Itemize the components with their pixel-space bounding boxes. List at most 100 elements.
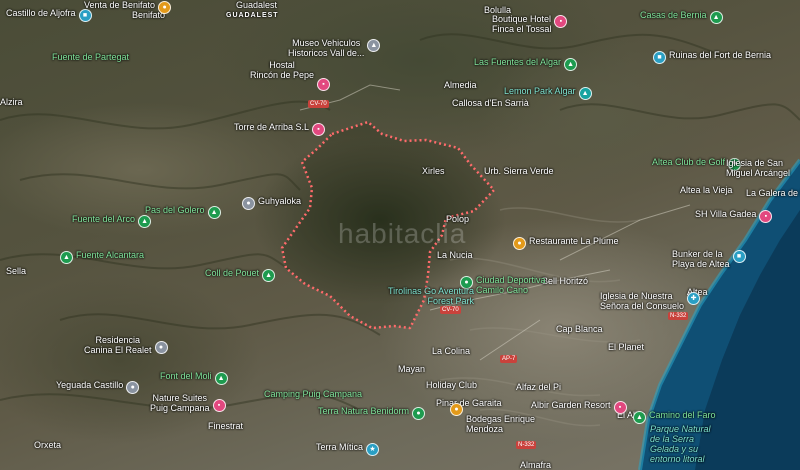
poi-camino-del-faro[interactable]: ▲ Camino del Faro xyxy=(633,410,716,424)
poi-label: Iglesia de Nuestra Señora del Consuelo xyxy=(600,291,685,311)
poi-bunker-playa-de-altea[interactable]: Bunker de la Playa de Altea ■ xyxy=(672,249,746,269)
place-label: Polop xyxy=(446,214,470,224)
poi-boutique-hotel-finca-el-tossal[interactable]: Boutique Hotel Finca el Tossal ▪ xyxy=(492,14,568,34)
park-icon: ▲ xyxy=(262,269,276,282)
park-icon: ▲ xyxy=(709,11,723,24)
landmark-icon: ■ xyxy=(653,51,666,64)
poi-label: Residencia Canina El Realet xyxy=(84,335,152,355)
poi-lemon-park-algar[interactable]: Lemon Park Algar ▲ xyxy=(504,86,592,100)
hotel-icon: ▪ xyxy=(759,210,773,223)
poi-bodegas-enrique-mendoza[interactable]: ● Bodegas Enrique Mendoza xyxy=(450,402,535,434)
place-label: Bell Horitzó xyxy=(542,276,589,286)
poi-terra-mitica[interactable]: Terra Mítica ★ xyxy=(316,442,380,456)
hotel-icon: ▪ xyxy=(312,123,326,136)
poi-terra-natura-benidorm[interactable]: Terra Natura Benidorm ● xyxy=(318,406,426,420)
hotel-icon: ▪ xyxy=(613,401,627,414)
poi-label: Guhyaloka xyxy=(258,196,302,206)
poi-restaurante-la-plume[interactable]: ● Restaurante La Plume xyxy=(513,236,619,250)
poi-label: Fuente del Arco xyxy=(72,214,136,224)
place-label: La Nucia xyxy=(437,250,473,260)
place-label: Finestrat xyxy=(208,421,244,431)
place-label: Mayan xyxy=(398,364,426,374)
church-icon: ✚ xyxy=(687,292,701,305)
place-label: Xirles xyxy=(422,166,445,176)
poi-torre-de-arriba[interactable]: Torre de Arriba S.L ▪ xyxy=(234,122,326,136)
poi-venta-de-benifato[interactable]: Venta de Benifato ● xyxy=(84,0,172,14)
poi-nature-suites-puig-campana[interactable]: Nature Suites Puig Campana ▪ xyxy=(150,393,226,413)
poi-camping-puig-campana[interactable]: Camping Puig Campana xyxy=(264,389,362,399)
place-label: Almafra xyxy=(520,460,552,470)
poi-sh-villa-gadea[interactable]: SH Villa Gadea ▪ xyxy=(695,209,773,223)
poi-label: Venta de Benifato xyxy=(84,0,156,10)
poi-label: Camping Puig Campana xyxy=(264,389,363,399)
poi-albir-garden-resort[interactable]: Albir Garden Resort ▪ xyxy=(531,400,627,414)
poi-label: SH Villa Gadea xyxy=(695,209,757,219)
poi-label: Castillo de Aljofra xyxy=(6,8,76,18)
poi-ruinas-del-fort-de-bernia[interactable]: ■ Ruinas del Fort de Bernia xyxy=(653,50,771,64)
poi-label: Lemon Park Algar xyxy=(504,86,576,96)
poi-castillo-de-aljofra[interactable]: Castillo de Aljofra ■ xyxy=(6,8,92,22)
road-label: AP-7 xyxy=(500,355,518,363)
place-label: La Colina xyxy=(432,346,471,356)
poi-iglesia-san-miguel[interactable]: Iglesia de San Miguel Arcángel xyxy=(726,158,790,178)
poi-label: Terra Mítica xyxy=(316,442,364,452)
poi-label: Boutique Hotel Finca el Tossal xyxy=(492,14,552,34)
poi-las-fuentes-del-algar[interactable]: Las Fuentes del Algar ▲ xyxy=(474,57,578,71)
road-label: CV-70 xyxy=(440,306,461,314)
poi-museo-vehiculos[interactable]: Museo Vehiculos Historicos Vall de... ▲ xyxy=(288,38,381,58)
hotel-icon: ▪ xyxy=(317,78,331,91)
hotel-icon: ▪ xyxy=(212,399,226,412)
poi-label: Altea Club de Golf xyxy=(652,157,726,167)
amusement-icon: ★ xyxy=(366,443,380,456)
hotel-icon: ▪ xyxy=(554,15,568,28)
place-label: Guadalest xyxy=(236,0,278,10)
poi-hostal-rincon-de-pepe[interactable]: Hostal Rincón de Pepe ▪ xyxy=(250,60,331,91)
poi-label: Ruinas del Fort de Bernia xyxy=(669,50,772,60)
landmark-icon: ■ xyxy=(732,250,746,263)
poi-label: Bodegas Enrique Mendoza xyxy=(466,414,536,434)
map-view[interactable]: habitaclia CV-70 CV-70 AP-7 N-332 N-332 … xyxy=(0,0,800,470)
poi-label: Restaurante La Plume xyxy=(529,236,619,246)
poi-casas-de-bernia[interactable]: Casas de Bernia ▲ xyxy=(640,10,723,24)
poi-label: Museo Vehiculos Historicos Vall de... xyxy=(288,38,365,58)
poi-label: Ciudad Deportiva Camilo Cano xyxy=(476,275,546,295)
road-label: N-332 xyxy=(516,441,537,449)
poi-label: Pas del Golero xyxy=(145,205,205,215)
poi-label: Parque Natural de la Serra Gelada y su e… xyxy=(650,424,711,464)
poi-parque-natural-serra-gelada[interactable]: Parque Natural de la Serra Gelada y su e… xyxy=(650,424,711,464)
poi-label: Tirolinas Go Aventura Forest Park xyxy=(388,286,475,306)
place-label: Almedia xyxy=(444,80,477,90)
poi-iglesia-nuestra-senora-consuelo[interactable]: Iglesia de Nuestra Señora del Consuelo ✚ xyxy=(600,291,701,311)
poi-label: Iglesia de San Miguel Arcángel xyxy=(726,158,791,178)
park-icon: ▲ xyxy=(633,411,646,424)
place-label: GUADALEST xyxy=(226,12,279,19)
poi-fuente-del-arco[interactable]: Fuente del Arco ▲ xyxy=(72,214,152,228)
poi-fuente-alcantara[interactable]: ▲ Fuente Alcantara xyxy=(60,250,144,264)
place-icon: ● xyxy=(126,381,140,394)
poi-holiday-club[interactable]: Holiday Club xyxy=(426,380,477,390)
poi-label: Coll de Pouet xyxy=(205,268,260,278)
poi-yeguada-castillo[interactable]: Yeguada Castillo ● xyxy=(56,380,140,394)
poi-label: Nature Suites Puig Campana xyxy=(150,393,210,413)
park-icon: ▲ xyxy=(60,251,73,264)
poi-coll-de-pouet[interactable]: Coll de Pouet ▲ xyxy=(205,268,276,282)
place-label: Alfaz del Pi xyxy=(516,382,562,392)
poi-pas-del-golero[interactable]: Pas del Golero ▲ xyxy=(145,205,221,219)
poi-label: Fuente Alcantara xyxy=(76,250,145,260)
poi-residencia-canina[interactable]: Residencia Canina El Realet ● xyxy=(84,335,168,355)
park-icon: ▲ xyxy=(214,372,228,385)
pet-icon: ● xyxy=(154,341,168,354)
park-icon: ▲ xyxy=(207,206,221,219)
road-label: CV-70 xyxy=(308,100,329,108)
poi-label: Hostal Rincón de Pepe xyxy=(250,60,315,80)
place-label: El Planet xyxy=(608,342,645,352)
poi-tirolinas-go-aventura[interactable]: Tirolinas Go Aventura Forest Park xyxy=(388,286,474,306)
poi-fuente-de-partegat[interactable]: Fuente de Partegat xyxy=(52,52,129,62)
poi-font-del-moli[interactable]: Font del Moli ▲ xyxy=(160,371,228,385)
poi-guhyaloka[interactable]: ● Guhyaloka xyxy=(242,196,301,210)
place-label: Altea la Vieja xyxy=(680,185,733,195)
winery-icon: ● xyxy=(450,403,463,416)
place-label: Orxeta xyxy=(34,440,62,450)
park-icon: ▲ xyxy=(578,87,592,100)
poi-label: Las Fuentes del Algar xyxy=(474,57,562,67)
